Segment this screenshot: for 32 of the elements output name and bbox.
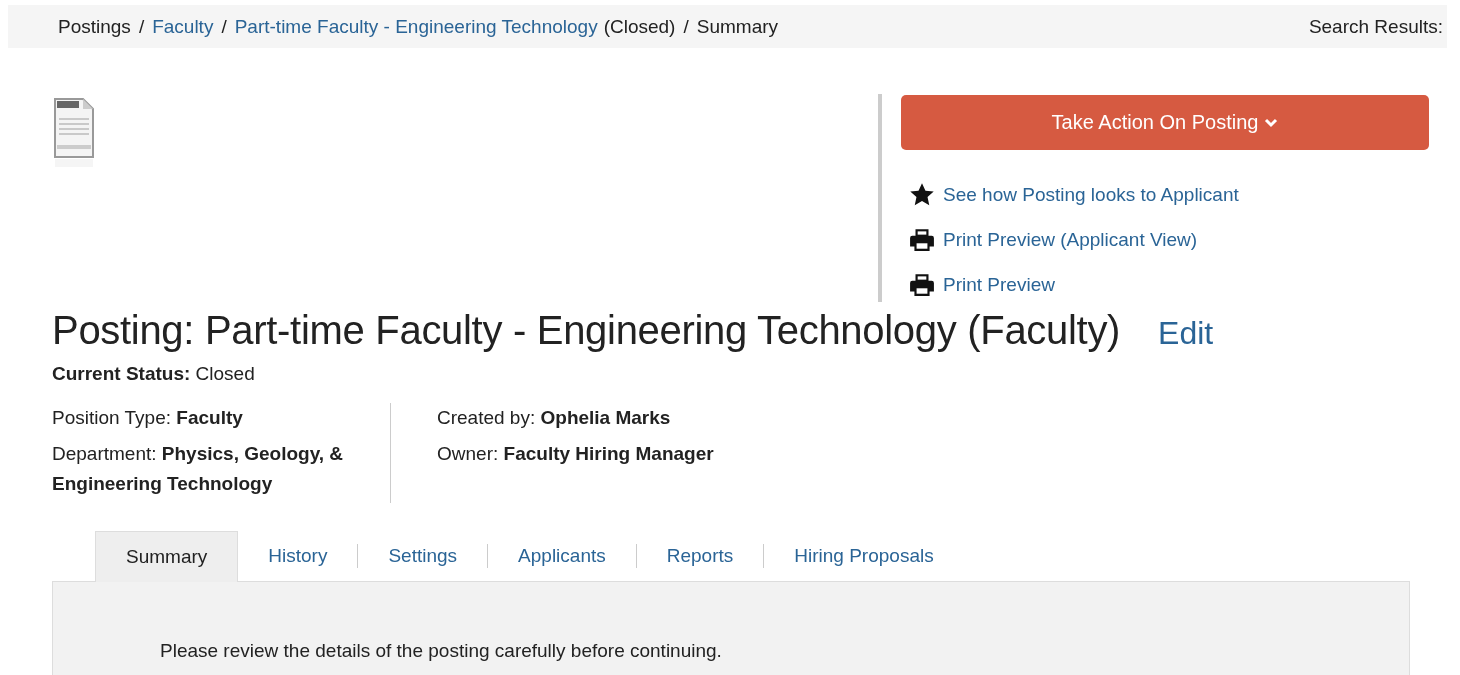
instruction-text: Please review the details of the posting carefully before continuing.: [160, 640, 723, 662]
document-icon: [53, 97, 95, 169]
posting-title: Posting: Part-time Faculty - Engineering Technology (Faculty): [52, 308, 1121, 353]
detail-text: Department: Physics, Geology, & Engineering Technology: [52, 442, 345, 496]
printer-icon: [909, 227, 935, 252]
search-results-label: Search Results:: [1308, 15, 1443, 38]
chevron-down-icon: [1264, 117, 1279, 128]
tab[interactable]: Settings: [357, 544, 488, 568]
breadcrumb-text: Postings: [58, 15, 131, 38]
current-status: Current Status: Closed: [51, 363, 256, 385]
breadcrumb-link[interactable]: Faculty: [152, 15, 214, 38]
action-link[interactable]: Print Preview (Applicant View): [943, 228, 1198, 251]
action-link[interactable]: See how Posting looks to Applicant: [943, 183, 1239, 206]
take-action-button[interactable]: Take Action On Posting: [901, 95, 1429, 150]
breadcrumb-text: Summary: [696, 15, 779, 38]
edit-link[interactable]: Edit: [1158, 315, 1214, 352]
tab[interactable]: Reports: [635, 544, 764, 568]
detail-text: Owner: Faculty Hiring Manager: [437, 442, 715, 466]
detail-text: Created by: Ophelia Marks: [437, 406, 672, 430]
tab[interactable]: Summary: [95, 530, 239, 582]
breadcrumb-separator: /: [221, 15, 227, 38]
action-link[interactable]: Print Preview: [943, 273, 1055, 296]
breadcrumb-separator: /: [683, 15, 689, 38]
tab[interactable]: Applicants: [487, 544, 636, 568]
printer-icon: [909, 272, 935, 297]
tab[interactable]: Hiring Proposals: [763, 544, 964, 568]
breadcrumb-text: (Closed): [603, 15, 676, 38]
breadcrumb-link[interactable]: Part-time Faculty - Engineering Technology: [234, 15, 598, 38]
star-icon: [909, 182, 935, 207]
detail-text: Position Type: Faculty: [52, 406, 244, 430]
breadcrumb-separator: /: [138, 15, 145, 38]
tab[interactable]: History: [238, 544, 358, 568]
